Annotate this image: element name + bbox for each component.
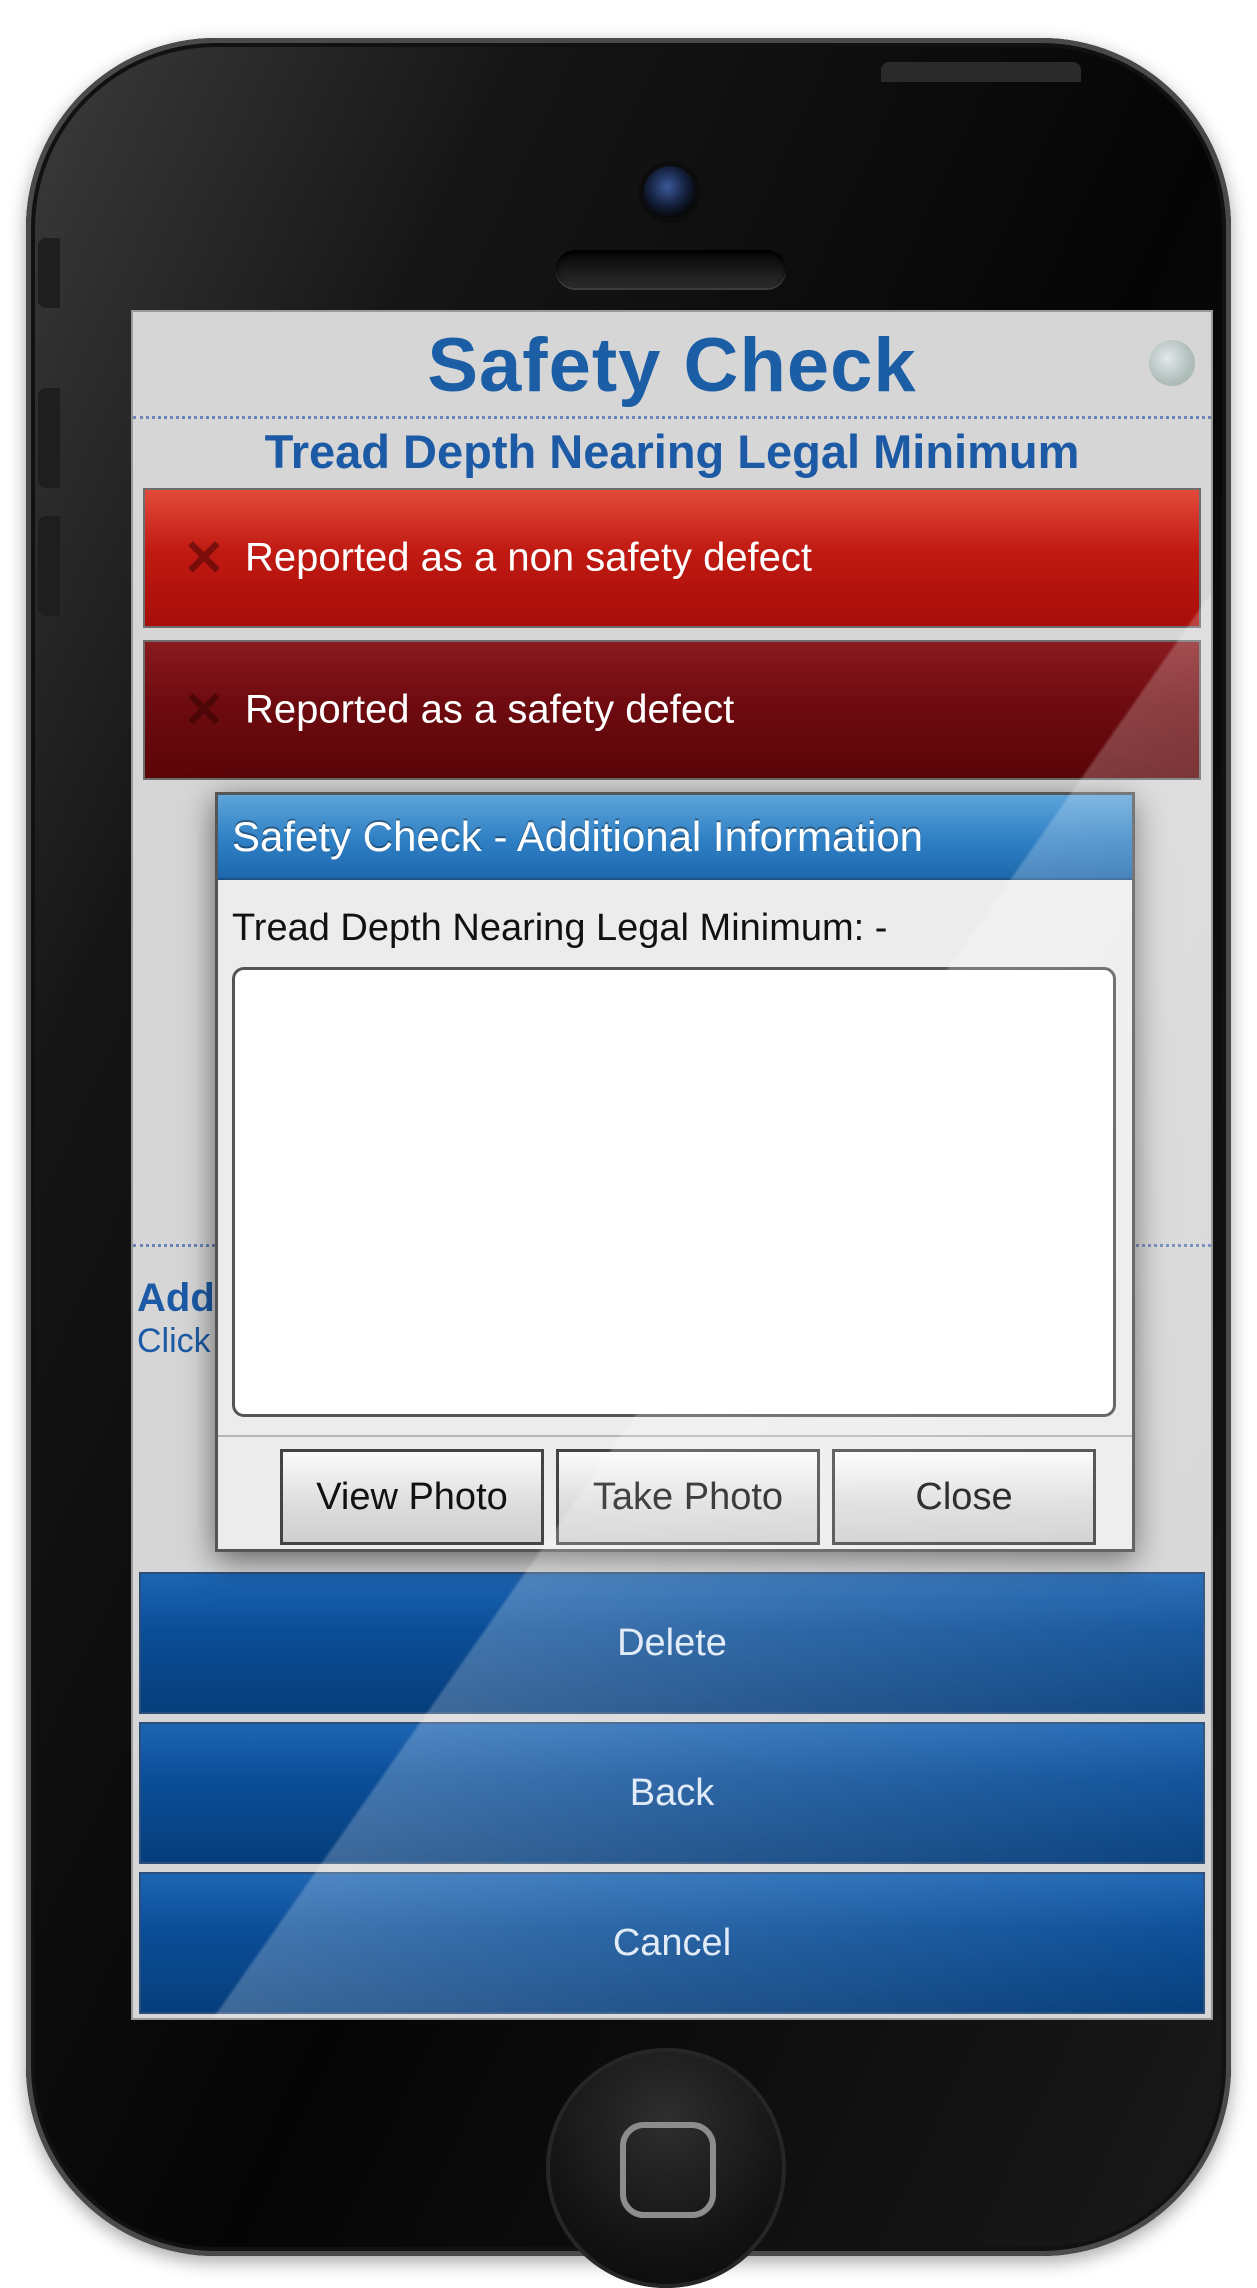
additional-info-heading: Add [137,1276,215,1320]
option-label: Reported as a non safety defect [245,535,813,580]
take-photo-button[interactable]: Take Photo [556,1449,820,1545]
delete-button[interactable]: Delete [139,1572,1205,1714]
take-photo-label: Take Photo [592,1475,784,1518]
phone-frame: Safety Check Tread Depth Nearing Legal M… [26,38,1231,2288]
home-button[interactable] [546,2048,786,2288]
back-label: Back [629,1771,715,1814]
cross-icon: ✕ [183,530,225,586]
earpiece-speaker [556,250,786,288]
additional-info-dialog: Safety Check - Additional Information Tr… [215,792,1135,1552]
additional-info-hint[interactable]: Click [137,1322,211,1361]
volume-down-button [38,516,60,616]
close-button[interactable]: Close [832,1449,1096,1545]
close-label: Close [915,1475,1013,1518]
volume-up-button [38,388,60,488]
back-button[interactable]: Back [139,1722,1205,1864]
view-photo-button[interactable]: View Photo [280,1449,544,1545]
option-label: Reported as a safety defect [245,687,735,732]
check-item-title: Tread Depth Nearing Legal Minimum [264,425,1080,478]
dialog-header: Safety Check - Additional Information [218,795,1132,880]
refresh-icon[interactable] [1149,340,1195,386]
cancel-button[interactable]: Cancel [139,1872,1205,2014]
dialog-footer: View Photo Take Photo Close [218,1435,1132,1551]
delete-label: Delete [617,1621,727,1664]
cross-icon: ✕ [183,682,225,738]
front-camera [644,166,696,218]
dialog-field-label: Tread Depth Nearing Legal Minimum: - [232,907,888,949]
safety-defect-button[interactable]: ✕ Reported as a safety defect [143,640,1201,780]
power-button [881,62,1081,82]
notes-textarea[interactable] [232,967,1116,1417]
mute-switch [38,238,60,308]
non-safety-defect-button[interactable]: ✕ Reported as a non safety defect [143,488,1201,628]
header-divider [133,416,1211,419]
dialog-title: Safety Check - Additional Information [232,812,924,860]
app-screen: Safety Check Tread Depth Nearing Legal M… [131,310,1213,2020]
cancel-label: Cancel [612,1921,732,1964]
view-photo-label: View Photo [316,1475,508,1518]
page-title: Safety Check [427,323,917,408]
home-square-icon [620,2122,716,2218]
